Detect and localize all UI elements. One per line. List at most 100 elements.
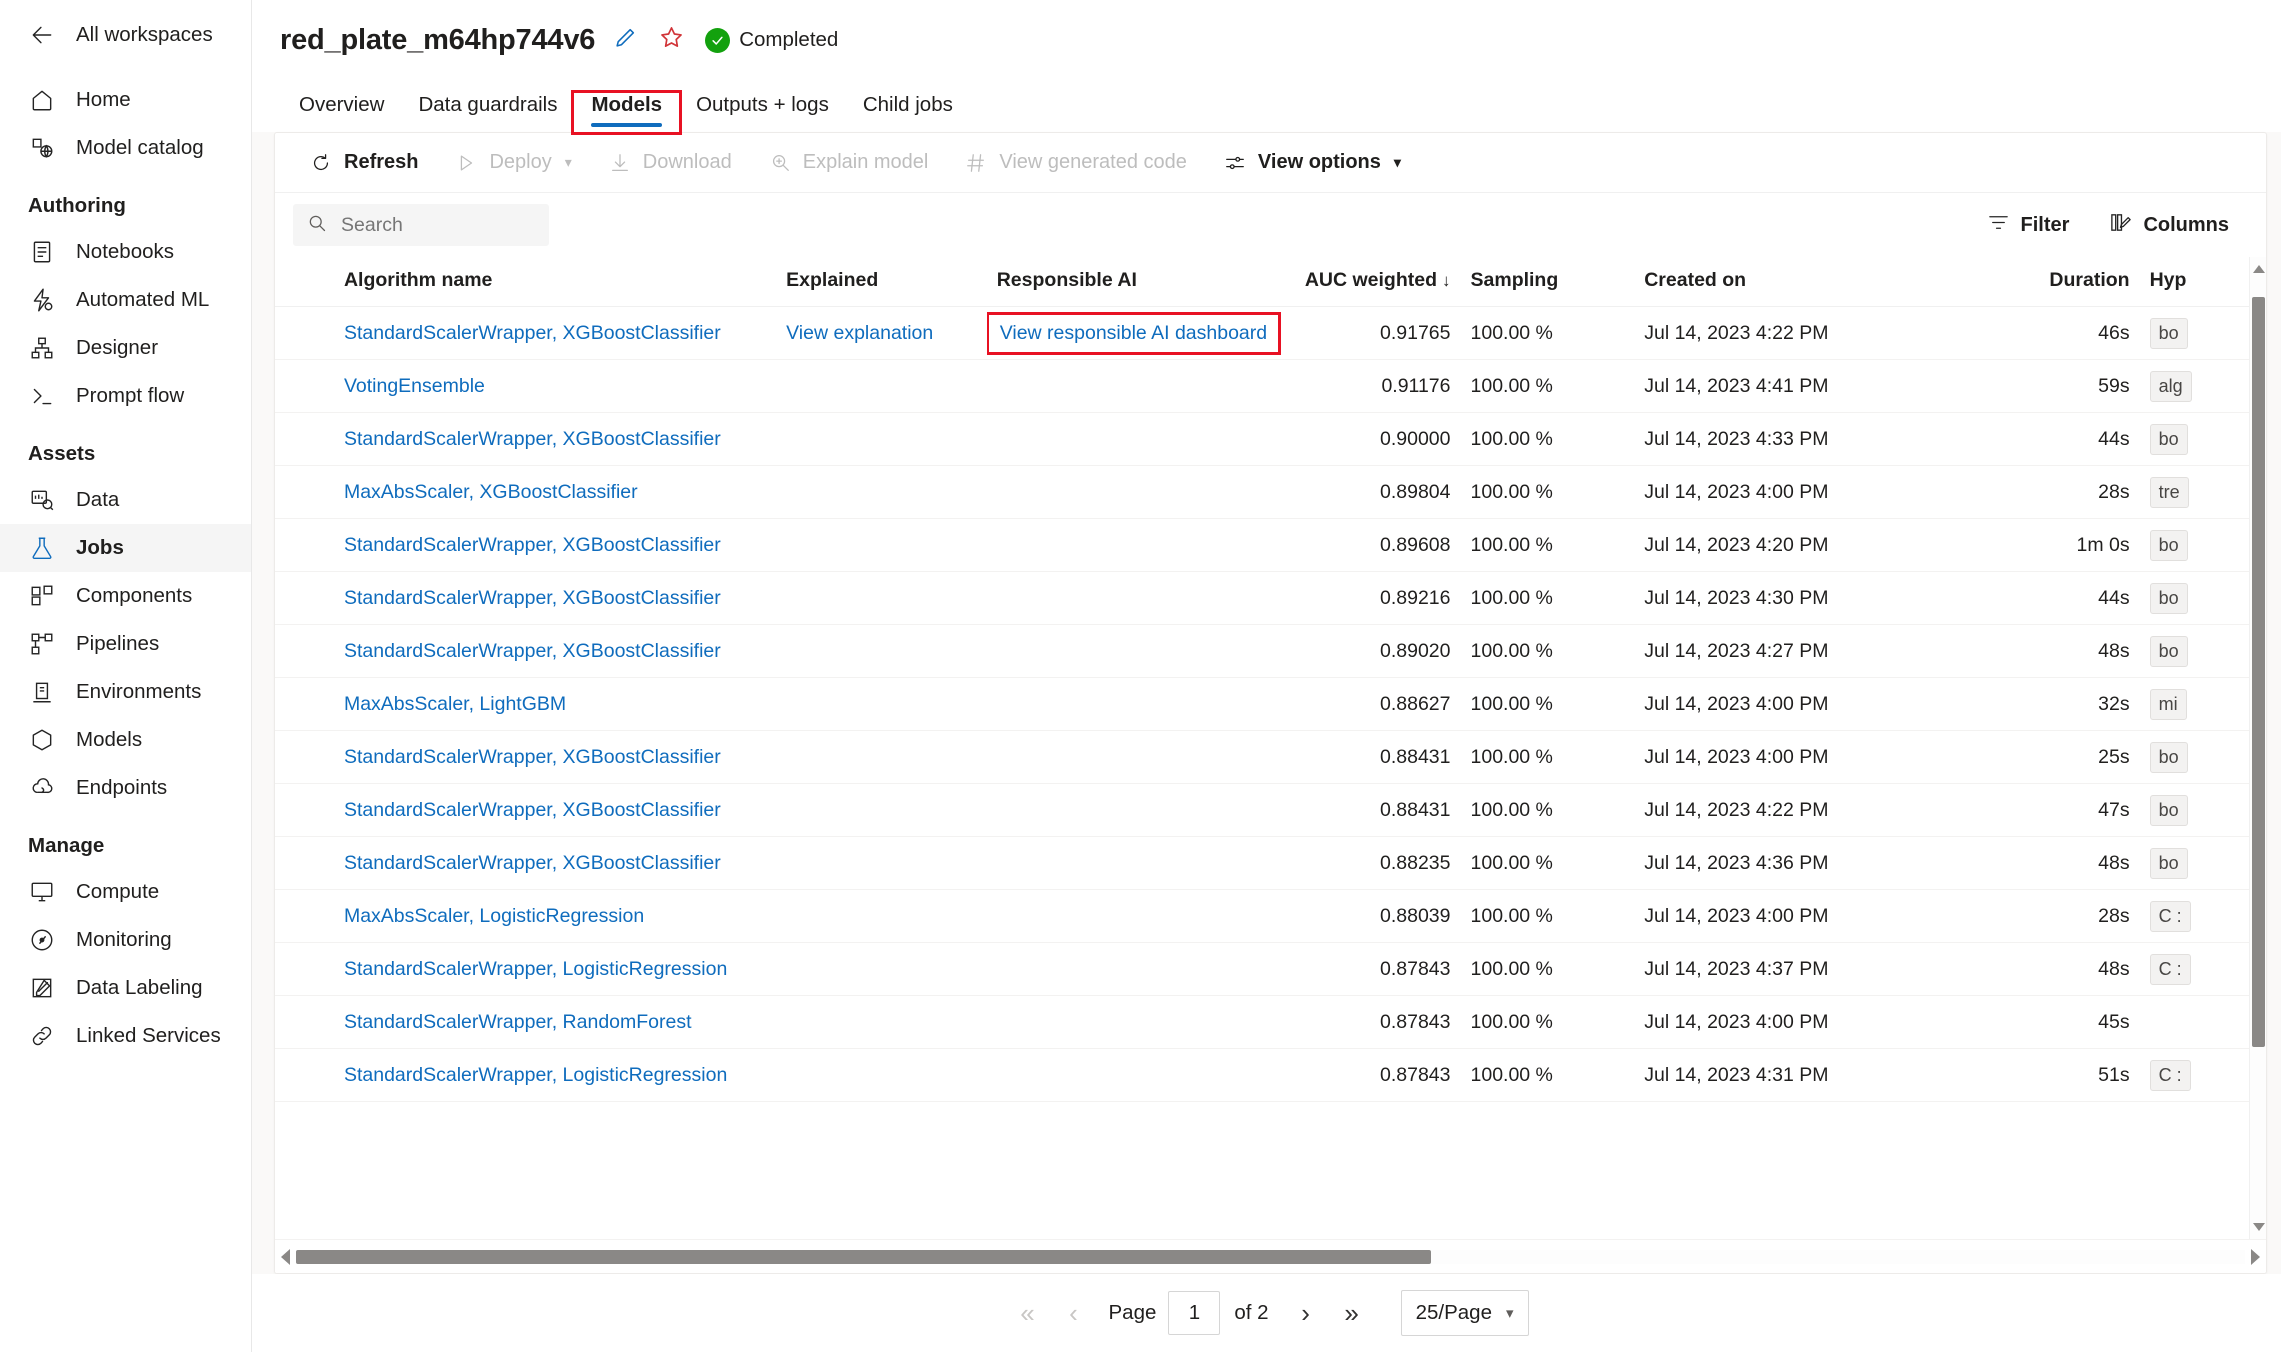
- algorithm-name-link[interactable]: MaxAbsScaler, LogisticRegression: [344, 905, 644, 927]
- row-select-cell[interactable]: [275, 996, 334, 1049]
- table-row[interactable]: StandardScalerWrapper, RandomForest0.878…: [275, 996, 2266, 1049]
- table-row[interactable]: StandardScalerWrapper, XGBoostClassifier…: [275, 731, 2266, 784]
- cell-algorithm-name[interactable]: MaxAbsScaler, LogisticRegression: [334, 890, 776, 943]
- table-row[interactable]: StandardScalerWrapper, XGBoostClassifier…: [275, 784, 2266, 837]
- next-page-button[interactable]: ›: [1283, 1290, 1329, 1336]
- sidebar-item-environments[interactable]: Environments: [0, 668, 251, 716]
- sidebar-item-jobs[interactable]: Jobs: [0, 524, 251, 572]
- algorithm-name-link[interactable]: StandardScalerWrapper, XGBoostClassifier: [344, 799, 721, 821]
- cell-algorithm-name[interactable]: VotingEnsemble: [334, 360, 776, 413]
- algorithm-name-link[interactable]: StandardScalerWrapper, LogisticRegressio…: [344, 1064, 727, 1086]
- row-select-cell[interactable]: [275, 572, 334, 625]
- column-header-algorithm-name[interactable]: Algorithm name: [334, 257, 776, 307]
- sidebar-item-models[interactable]: Models: [0, 716, 251, 764]
- previous-page-button[interactable]: ‹: [1051, 1290, 1097, 1336]
- algorithm-name-link[interactable]: StandardScalerWrapper, XGBoostClassifier: [344, 322, 721, 344]
- table-row[interactable]: StandardScalerWrapper, XGBoostClassifier…: [275, 519, 2266, 572]
- horizontal-scroll-thumb[interactable]: [296, 1250, 1431, 1264]
- cell-responsible-ai[interactable]: View responsible AI dashboard: [987, 307, 1292, 360]
- cell-algorithm-name[interactable]: StandardScalerWrapper, LogisticRegressio…: [334, 1049, 776, 1102]
- sidebar-item-monitoring[interactable]: Monitoring: [0, 916, 251, 964]
- cell-algorithm-name[interactable]: StandardScalerWrapper, XGBoostClassifier: [334, 519, 776, 572]
- row-select-cell[interactable]: [275, 943, 334, 996]
- algorithm-name-link[interactable]: MaxAbsScaler, LightGBM: [344, 693, 566, 715]
- column-header-explained[interactable]: Explained: [776, 257, 987, 307]
- search-box[interactable]: [293, 204, 549, 246]
- scroll-up-icon[interactable]: [2253, 265, 2265, 273]
- cell-algorithm-name[interactable]: StandardScalerWrapper, XGBoostClassifier: [334, 625, 776, 678]
- edit-title-button[interactable]: [609, 24, 641, 56]
- download-button[interactable]: Download: [592, 141, 748, 185]
- column-header-hyp[interactable]: Hyp: [2140, 257, 2266, 307]
- table-row[interactable]: StandardScalerWrapper, LogisticRegressio…: [275, 1049, 2266, 1102]
- columns-button[interactable]: Columns: [2096, 204, 2242, 246]
- row-select-cell[interactable]: [275, 678, 334, 731]
- search-input[interactable]: [339, 213, 535, 238]
- scroll-right-icon[interactable]: [2251, 1249, 2260, 1265]
- favorite-button[interactable]: [655, 24, 687, 56]
- column-header-responsible-ai[interactable]: Responsible AI: [987, 257, 1292, 307]
- algorithm-name-link[interactable]: StandardScalerWrapper, XGBoostClassifier: [344, 746, 721, 768]
- row-select-cell[interactable]: [275, 890, 334, 943]
- vertical-scroll-thumb[interactable]: [2252, 297, 2265, 1047]
- sidebar-item-compute[interactable]: Compute: [0, 868, 251, 916]
- cell-algorithm-name[interactable]: MaxAbsScaler, XGBoostClassifier: [334, 466, 776, 519]
- table-row[interactable]: StandardScalerWrapper, XGBoostClassifier…: [275, 837, 2266, 890]
- first-page-button[interactable]: «: [1005, 1290, 1051, 1336]
- row-select-cell[interactable]: [275, 1049, 334, 1102]
- row-select-cell[interactable]: [275, 307, 334, 360]
- refresh-button[interactable]: Refresh: [293, 141, 434, 185]
- page-size-select[interactable]: 25/Page ▾: [1401, 1290, 1529, 1336]
- cell-algorithm-name[interactable]: StandardScalerWrapper, XGBoostClassifier: [334, 413, 776, 466]
- column-header-auc-weighted[interactable]: AUC weighted↓: [1292, 257, 1460, 307]
- table-row[interactable]: MaxAbsScaler, LogisticRegression0.880391…: [275, 890, 2266, 943]
- tab-outputs-logs[interactable]: Outputs + logs: [679, 93, 846, 132]
- sidebar-item-designer[interactable]: Designer: [0, 324, 251, 372]
- sidebar-item-prompt-flow[interactable]: Prompt flow: [0, 372, 251, 420]
- sidebar-item-automated-ml[interactable]: Automated ML: [0, 276, 251, 324]
- sidebar-item-components[interactable]: Components: [0, 572, 251, 620]
- tab-models[interactable]: Models: [574, 93, 679, 132]
- cell-algorithm-name[interactable]: StandardScalerWrapper, XGBoostClassifier: [334, 307, 776, 360]
- tab-data-guardrails[interactable]: Data guardrails: [401, 93, 574, 132]
- sidebar-item-endpoints[interactable]: Endpoints: [0, 764, 251, 812]
- row-select-cell[interactable]: [275, 519, 334, 572]
- scroll-down-icon[interactable]: [2253, 1223, 2265, 1231]
- algorithm-name-link[interactable]: MaxAbsScaler, XGBoostClassifier: [344, 481, 638, 503]
- column-header-created-on[interactable]: Created on: [1634, 257, 1981, 307]
- column-header-sampling[interactable]: Sampling: [1461, 257, 1635, 307]
- table-row[interactable]: MaxAbsScaler, LightGBM0.88627100.00 %Jul…: [275, 678, 2266, 731]
- algorithm-name-link[interactable]: StandardScalerWrapper, XGBoostClassifier: [344, 428, 721, 450]
- sidebar-item-data-labeling[interactable]: Data Labeling: [0, 964, 251, 1012]
- row-select-cell[interactable]: [275, 360, 334, 413]
- table-row[interactable]: StandardScalerWrapper, XGBoostClassifier…: [275, 307, 2266, 360]
- cell-algorithm-name[interactable]: StandardScalerWrapper, LogisticRegressio…: [334, 943, 776, 996]
- table-row[interactable]: StandardScalerWrapper, XGBoostClassifier…: [275, 572, 2266, 625]
- table-row[interactable]: StandardScalerWrapper, XGBoostClassifier…: [275, 413, 2266, 466]
- explain-model-button[interactable]: Explain model: [752, 141, 945, 185]
- cell-algorithm-name[interactable]: StandardScalerWrapper, XGBoostClassifier: [334, 784, 776, 837]
- cell-algorithm-name[interactable]: StandardScalerWrapper, RandomForest: [334, 996, 776, 1049]
- last-page-button[interactable]: »: [1329, 1290, 1375, 1336]
- table-row[interactable]: StandardScalerWrapper, LogisticRegressio…: [275, 943, 2266, 996]
- algorithm-name-link[interactable]: StandardScalerWrapper, RandomForest: [344, 1011, 692, 1033]
- scroll-left-icon[interactable]: [281, 1249, 290, 1265]
- cell-explained[interactable]: View explanation: [776, 307, 987, 360]
- view-generated-code-button[interactable]: View generated code: [948, 141, 1203, 185]
- table-horizontal-scrollbar[interactable]: [275, 1239, 2266, 1273]
- sidebar-item-data[interactable]: Data: [0, 476, 251, 524]
- algorithm-name-link[interactable]: StandardScalerWrapper, XGBoostClassifier: [344, 852, 721, 874]
- filter-button[interactable]: Filter: [1974, 204, 2083, 246]
- cell-algorithm-name[interactable]: MaxAbsScaler, LightGBM: [334, 678, 776, 731]
- algorithm-name-link[interactable]: StandardScalerWrapper, XGBoostClassifier: [344, 587, 721, 609]
- horizontal-scroll-track[interactable]: [296, 1250, 2245, 1264]
- table-row[interactable]: MaxAbsScaler, XGBoostClassifier0.8980410…: [275, 466, 2266, 519]
- row-select-cell[interactable]: [275, 784, 334, 837]
- row-select-cell[interactable]: [275, 413, 334, 466]
- column-header-duration[interactable]: Duration: [1982, 257, 2140, 307]
- row-select-cell[interactable]: [275, 731, 334, 784]
- sidebar-back-all-workspaces[interactable]: All workspaces: [0, 8, 251, 62]
- table-row[interactable]: VotingEnsemble0.91176100.00 %Jul 14, 202…: [275, 360, 2266, 413]
- cell-algorithm-name[interactable]: StandardScalerWrapper, XGBoostClassifier: [334, 731, 776, 784]
- row-select-cell[interactable]: [275, 837, 334, 890]
